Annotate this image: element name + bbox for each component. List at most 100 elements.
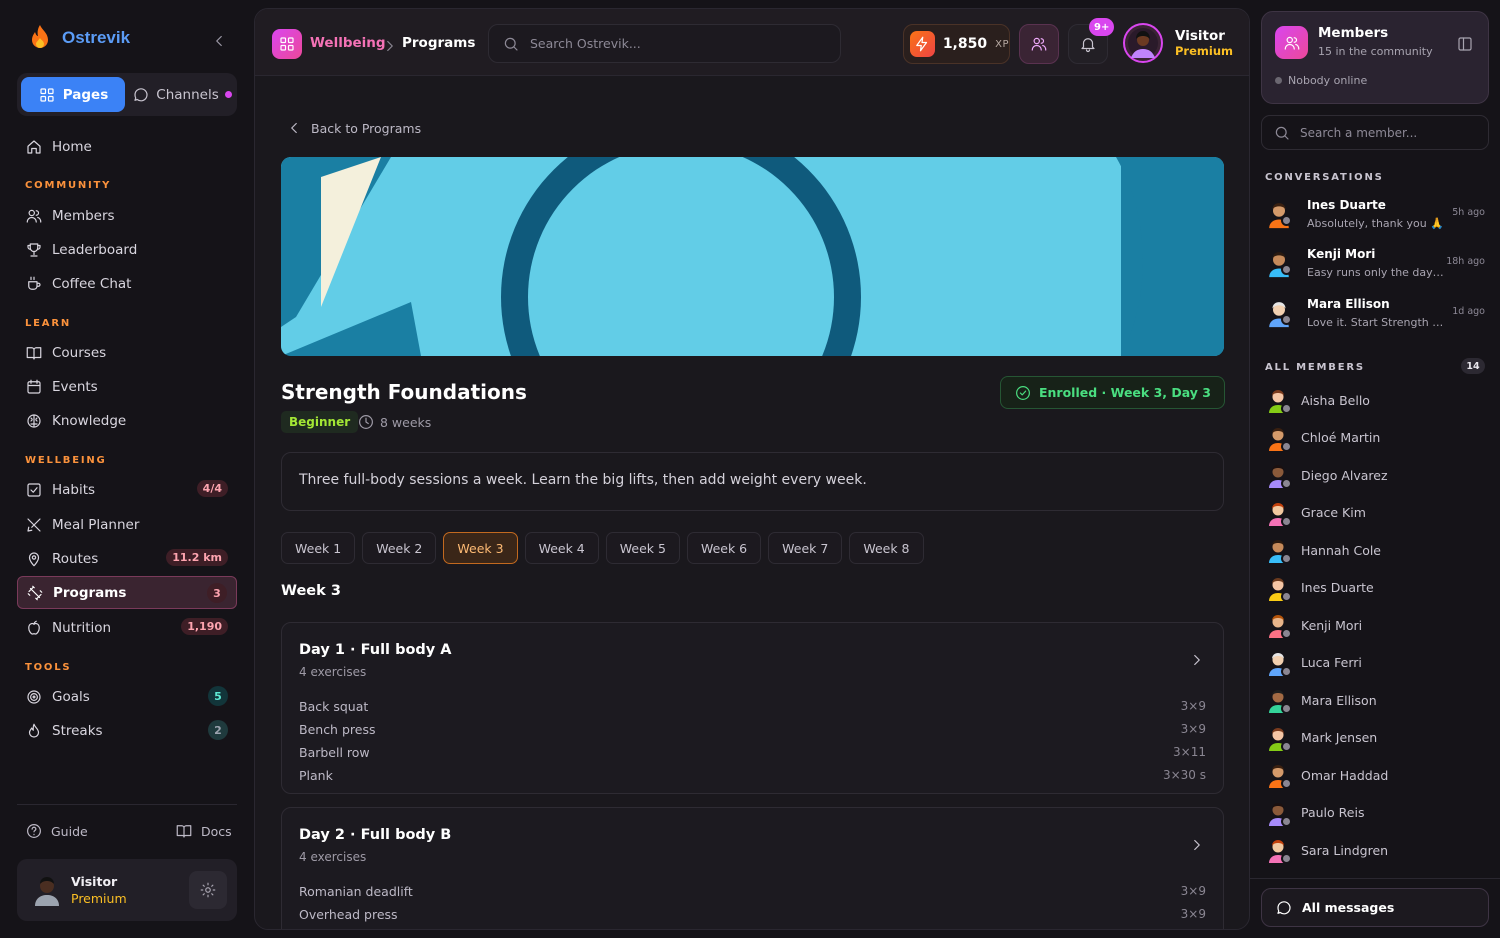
collapse-sidebar-icon[interactable]: [210, 32, 228, 50]
exercise-name: Romanian deadlift: [299, 884, 413, 899]
sidebar-item-meal-planner[interactable]: Meal Planner: [17, 508, 237, 541]
week-tab[interactable]: Week 8: [849, 532, 924, 564]
guide-link[interactable]: Guide: [25, 822, 88, 840]
sidebar-item-programs[interactable]: Programs 3: [17, 576, 237, 609]
day-card[interactable]: Day 1 · Full body A 4 exercises Back squat…: [281, 622, 1224, 794]
check-circle-icon: [1015, 385, 1030, 400]
tab-channels-label: Channels: [156, 86, 219, 103]
week-tab[interactable]: Week 1: [281, 532, 356, 564]
status-dot: [1281, 264, 1292, 275]
exercise-row: Barbell row 3×11: [299, 745, 1206, 760]
day-exercise-count: 4 exercises: [299, 850, 367, 864]
member-name: Omar Haddad: [1301, 767, 1389, 783]
sidebar-item-home[interactable]: Home: [17, 130, 237, 163]
sidebar-item-coffee-chat[interactable]: Coffee Chat: [17, 267, 237, 300]
enrolled-label: Enrolled · Week 3, Day 3: [1038, 385, 1211, 400]
member-name: Sara Lindgren: [1301, 842, 1389, 858]
xp-value: 1,850: [942, 36, 988, 52]
conversation-item[interactable]: Kenji Mori Easy runs only the day a... 18h…: [1265, 243, 1490, 289]
routes-badge: 11.2 km: [166, 549, 228, 566]
day-title: Day 2 · Full body B: [299, 827, 452, 843]
lightning-icon: [910, 31, 935, 57]
exercise-name: Back squat: [299, 699, 369, 714]
member-name: Mara Ellison: [1301, 692, 1377, 708]
nutrition-badge: 1,190: [181, 618, 228, 635]
top-bar: Wellbeing Programs Search Ostrevik... 1,…: [255, 9, 1249, 76]
avatar-wrap: [1267, 612, 1292, 639]
breadcrumb-programs: Programs: [402, 35, 476, 51]
sidebar-item-label: Habits: [52, 481, 96, 498]
status-dot: [1281, 515, 1292, 527]
member-search-placeholder: Search a member...: [1300, 125, 1418, 140]
sidebar-item-streaks[interactable]: Streaks 2: [17, 714, 237, 747]
exercise-reps: 3×30 s: [1162, 768, 1206, 782]
member-item[interactable]: Sara Lindgren: [1267, 835, 1388, 865]
checkbox-icon: [27, 482, 41, 497]
week-tab[interactable]: Week 2: [362, 532, 437, 564]
conversation-item[interactable]: Ines Duarte Absolutely, thank you 🙏 5h ago: [1265, 194, 1490, 240]
member-item[interactable]: Paulo Reis: [1267, 798, 1364, 828]
sidebar-item-nutrition[interactable]: Nutrition 1,190: [17, 611, 237, 644]
sidebar-item-knowledge[interactable]: Knowledge: [17, 404, 237, 437]
tab-channels[interactable]: Channels: [132, 77, 232, 112]
day-exercise-count: 4 exercises: [299, 665, 367, 679]
tab-pages[interactable]: Pages: [21, 77, 125, 112]
conversation-item[interactable]: Mara Ellison Love it. Start Strength Fo..…: [1265, 293, 1490, 339]
sidebar-item-habits[interactable]: Habits 4/4: [17, 473, 237, 506]
settings-button[interactable]: [189, 871, 227, 909]
sidebar-item-members[interactable]: Members: [17, 199, 237, 232]
exercise-reps: 3×11: [1173, 745, 1206, 759]
breadcrumb-wellbeing[interactable]: Wellbeing: [310, 35, 386, 51]
day-card[interactable]: Day 2 · Full body B 4 exercises Romanian d…: [281, 807, 1224, 929]
sidebar-item-label: Streaks: [52, 722, 103, 739]
sidebar-item-routes[interactable]: Routes 11.2 km: [17, 542, 237, 575]
member-item[interactable]: Hannah Cole: [1267, 535, 1381, 565]
member-search-input[interactable]: Search a member...: [1261, 115, 1489, 150]
avatar[interactable]: [1122, 22, 1164, 64]
unread-dot: [224, 91, 232, 98]
member-item[interactable]: Diego Alvarez: [1267, 460, 1388, 490]
sidebar-item-leaderboard[interactable]: Leaderboard: [17, 233, 237, 266]
brand[interactable]: Ostrevik: [28, 24, 130, 52]
chevron-right-icon[interactable]: [1188, 651, 1206, 669]
grid-icon: [40, 87, 54, 102]
members-toggle-button[interactable]: [1019, 24, 1059, 64]
sidebar-item-goals[interactable]: Goals 5: [17, 680, 237, 713]
brand-name: Ostrevik: [62, 28, 131, 47]
member-item[interactable]: Ines Duarte: [1267, 573, 1374, 603]
member-item[interactable]: Luca Ferri: [1267, 648, 1362, 678]
member-item[interactable]: Kenji Mori: [1267, 610, 1362, 640]
week-tab[interactable]: Week 5: [605, 532, 680, 564]
avatar[interactable]: [33, 874, 61, 906]
back-to-programs-link[interactable]: Back to Programs: [285, 119, 421, 137]
member-item[interactable]: Grace Kim: [1267, 498, 1366, 528]
week-tab[interactable]: Week 6: [686, 532, 762, 564]
global-search-input[interactable]: Search Ostrevik...: [488, 24, 841, 63]
guide-label: Guide: [51, 823, 88, 839]
status-dot: [1281, 628, 1292, 639]
member-item[interactable]: Omar Haddad: [1267, 760, 1388, 790]
chevron-right-icon[interactable]: [1188, 836, 1206, 854]
sidebar-item-events[interactable]: Events: [17, 370, 237, 403]
week-tab[interactable]: Week 4: [524, 532, 599, 564]
section-community: COMMUNITY: [25, 180, 112, 191]
topbar-user-name[interactable]: Visitor: [1175, 28, 1225, 44]
member-item[interactable]: Mark Jensen: [1267, 723, 1377, 753]
docs-link[interactable]: Docs: [175, 822, 232, 840]
all-messages-button[interactable]: All messages: [1261, 888, 1489, 927]
member-item[interactable]: Aisha Bello: [1267, 385, 1370, 415]
members-title: Members: [1318, 25, 1389, 41]
week-tab[interactable]: Week 3: [443, 532, 518, 564]
users-icon: [26, 209, 42, 223]
xp-counter[interactable]: 1,850 XP: [903, 24, 1010, 64]
program-hero-image: [281, 157, 1224, 356]
week-tab[interactable]: Week 7: [768, 532, 843, 564]
member-item[interactable]: Mara Ellison: [1267, 685, 1377, 715]
habits-badge: 4/4: [196, 480, 228, 497]
panel-toggle-icon[interactable]: [1456, 35, 1474, 53]
members-count-badge: 14: [1461, 358, 1485, 374]
main-panel: Wellbeing Programs Search Ostrevik... 1,…: [254, 8, 1250, 930]
status-dot: [1281, 403, 1292, 414]
sidebar-item-courses[interactable]: Courses: [17, 336, 237, 369]
member-item[interactable]: Chloé Martin: [1267, 423, 1380, 453]
